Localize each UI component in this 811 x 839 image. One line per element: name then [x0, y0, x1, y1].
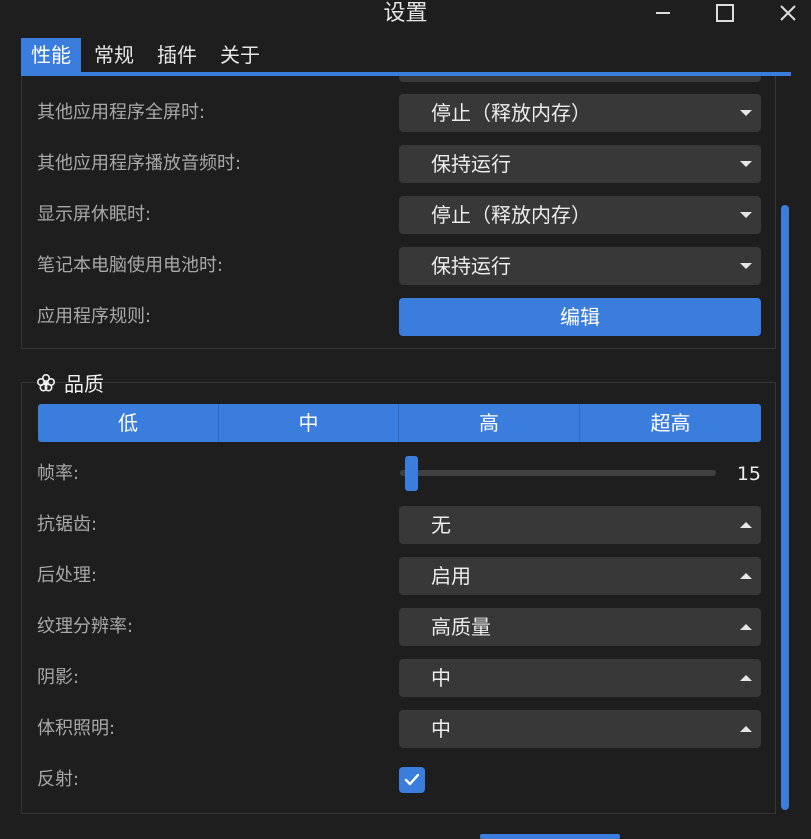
- fullscreen-value: 停止（释放内存）: [431, 101, 591, 125]
- reflection-checkbox[interactable]: [399, 767, 425, 793]
- chevron-up-icon: [740, 624, 752, 630]
- volumetric-lighting-value: 中: [431, 717, 451, 741]
- tab-general[interactable]: 常规: [83, 38, 145, 72]
- display-sleep-label: 显示屏休眠时:: [37, 204, 152, 225]
- chevron-up-icon: [740, 726, 752, 732]
- framerate-slider-handle[interactable]: [405, 456, 418, 491]
- maximize-button[interactable]: [705, 0, 745, 28]
- chevron-up-icon: [740, 573, 752, 579]
- audio-value: 保持运行: [431, 152, 511, 176]
- volumetric-lighting-label: 体积照明:: [37, 718, 116, 739]
- shadows-dropdown[interactable]: 中: [399, 659, 761, 697]
- postprocessing-dropdown[interactable]: 启用: [399, 557, 761, 595]
- fullscreen-dropdown[interactable]: 停止（释放内存）: [399, 94, 761, 132]
- fullscreen-label: 其他应用程序全屏时:: [37, 102, 206, 123]
- framerate-value: 15: [736, 463, 761, 485]
- close-icon: [780, 5, 796, 21]
- tab-plugins[interactable]: 插件: [147, 38, 207, 72]
- texture-resolution-dropdown[interactable]: 高质量: [399, 608, 761, 646]
- texture-resolution-label: 纹理分辨率:: [37, 616, 134, 637]
- chevron-down-icon: [740, 161, 752, 167]
- maximize-icon: [716, 4, 734, 22]
- shadows-label: 阴影:: [37, 667, 80, 688]
- antialiasing-dropdown[interactable]: 无: [399, 506, 761, 544]
- bottom-button-edge[interactable]: [480, 834, 620, 839]
- minimize-icon: [656, 12, 670, 14]
- battery-dropdown[interactable]: 保持运行: [399, 247, 761, 285]
- chevron-down-icon: [740, 212, 752, 218]
- postprocessing-value: 启用: [431, 564, 471, 588]
- chevron-up-icon: [740, 522, 752, 528]
- audio-dropdown[interactable]: 保持运行: [399, 145, 761, 183]
- window-title: 设置: [383, 1, 428, 26]
- shadows-value: 中: [431, 666, 451, 690]
- antialiasing-value: 无: [431, 513, 451, 537]
- audio-label: 其他应用程序播放音频时:: [37, 153, 242, 174]
- preset-medium[interactable]: 中: [219, 404, 398, 442]
- antialiasing-label: 抗锯齿:: [37, 514, 98, 535]
- app-rules-label: 应用程序规则:: [37, 306, 152, 327]
- checkmark-icon: [404, 773, 420, 786]
- tab-performance[interactable]: 性能: [21, 38, 81, 72]
- framerate-slider[interactable]: [400, 470, 716, 476]
- quality-panel: [21, 382, 776, 814]
- texture-resolution-value: 高质量: [431, 615, 491, 639]
- minimize-button[interactable]: [643, 0, 683, 28]
- quality-title: 品质: [64, 372, 104, 396]
- title-bar: 设置: [0, 0, 811, 34]
- gear-flower-icon: [37, 374, 55, 392]
- battery-label: 笔记本电脑使用电池时:: [37, 255, 224, 276]
- battery-value: 保持运行: [431, 254, 511, 278]
- reflection-label: 反射:: [37, 769, 80, 790]
- preset-ultra[interactable]: 超高: [580, 404, 761, 442]
- preset-high[interactable]: 高: [399, 404, 579, 442]
- volumetric-lighting-dropdown[interactable]: 中: [399, 710, 761, 748]
- framerate-label: 帧率:: [37, 463, 80, 484]
- preset-low[interactable]: 低: [38, 404, 218, 442]
- tab-about[interactable]: 关于: [209, 38, 271, 72]
- chevron-down-icon: [740, 263, 752, 269]
- scrolled-dropdown[interactable]: [399, 76, 761, 82]
- display-sleep-value: 停止（释放内存）: [431, 203, 591, 227]
- close-button[interactable]: [768, 0, 808, 28]
- vertical-scrollbar[interactable]: [781, 205, 789, 810]
- postprocessing-label: 后处理:: [37, 565, 98, 586]
- quality-section-header: 品质: [37, 370, 104, 398]
- edit-button[interactable]: 编辑: [399, 298, 761, 336]
- display-sleep-dropdown[interactable]: 停止（释放内存）: [399, 196, 761, 234]
- chevron-up-icon: [740, 675, 752, 681]
- quality-preset-bar: 低 中 高 超高: [38, 404, 761, 442]
- chevron-down-icon: [740, 110, 752, 116]
